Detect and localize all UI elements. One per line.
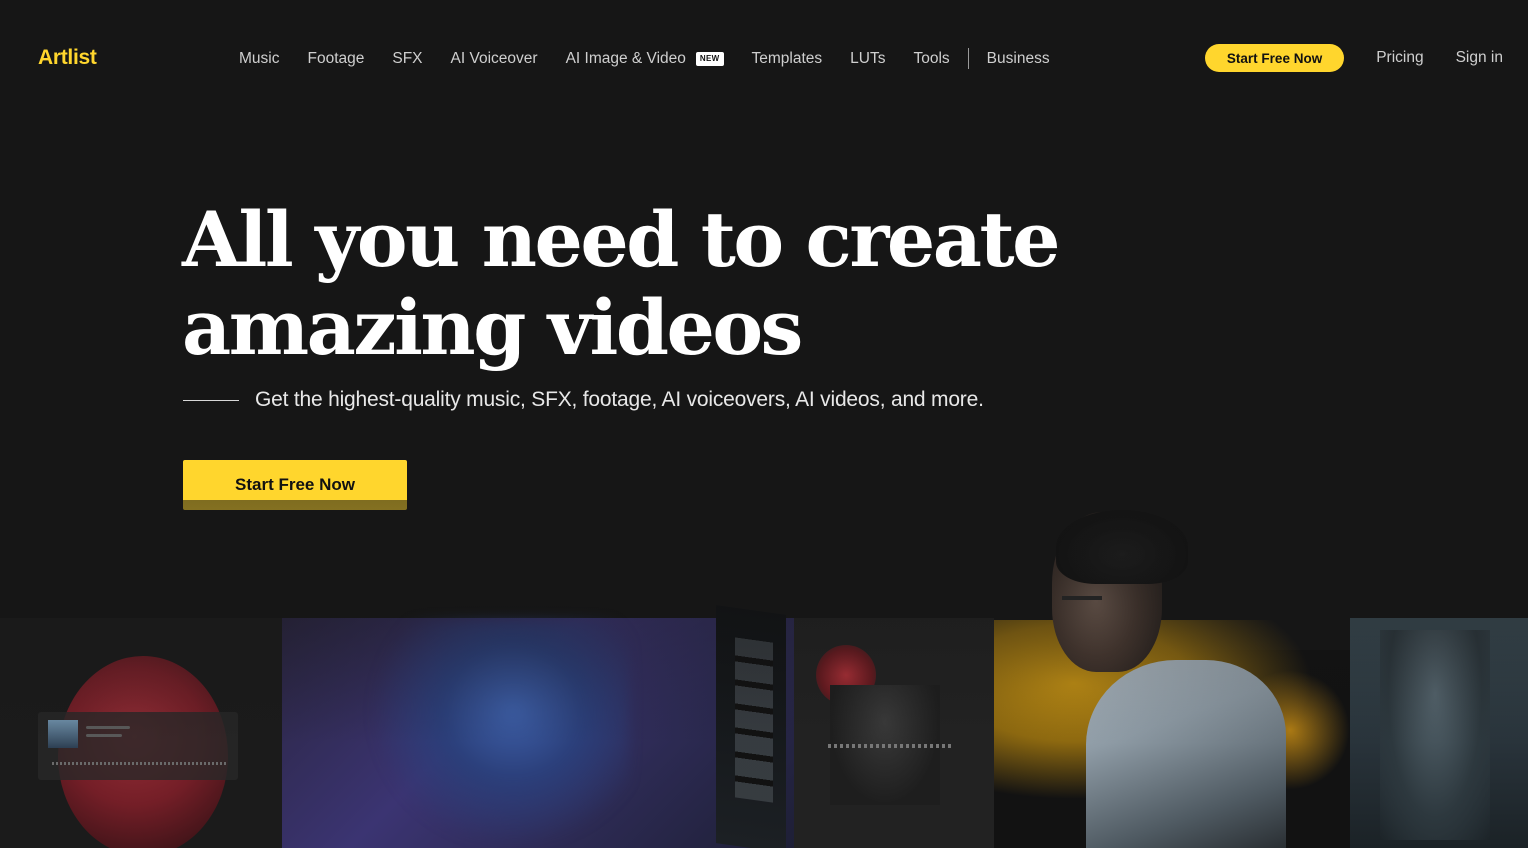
nav-pricing[interactable]: Pricing: [1376, 49, 1423, 67]
nav-sfx[interactable]: SFX: [392, 50, 422, 68]
nav-templates[interactable]: Templates: [752, 50, 823, 68]
nav-music[interactable]: Music: [239, 50, 279, 68]
hero-title: All you need to create amazing videos: [182, 196, 1082, 372]
statue-image: [1380, 630, 1490, 840]
music-track-card: [38, 712, 238, 780]
nav-divider: [967, 48, 969, 69]
nav-sign-in[interactable]: Sign in: [1456, 49, 1503, 67]
artlist-logo[interactable]: Artlist: [38, 46, 97, 70]
nav-footage[interactable]: Footage: [307, 50, 364, 68]
top-navigation: Artlist Music Footage SFX AI Voiceover A…: [0, 0, 1528, 116]
logo-text: Artlist: [38, 46, 97, 69]
new-badge: NEW: [695, 51, 724, 66]
nav-ai-image-video-label: AI Image & Video: [565, 49, 686, 67]
track-waveform: [52, 762, 228, 765]
blurred-dancer-image: [370, 620, 630, 848]
audio-waveform: [828, 744, 954, 748]
nav-tools[interactable]: Tools: [913, 50, 949, 68]
nav-ai-voiceover[interactable]: AI Voiceover: [451, 50, 538, 68]
hero-subtitle: Get the highest-quality music, SFX, foot…: [255, 388, 984, 411]
page: Artlist Music Footage SFX AI Voiceover A…: [0, 0, 1528, 848]
monitor-thumbnails: [735, 637, 773, 803]
nav-business[interactable]: Business: [987, 50, 1050, 68]
primary-nav: Music Footage SFX AI Voiceover AI Image …: [239, 48, 1078, 69]
man-glasses: [1062, 596, 1102, 600]
nav-ai-image-video[interactable]: AI Image & Video NEW: [566, 50, 724, 68]
man-shirt: [1086, 660, 1286, 848]
subtitle-dash-line: [183, 399, 239, 401]
nav-luts[interactable]: LUTs: [850, 50, 885, 68]
nav-actions: Start Free Now Pricing Sign in: [1204, 44, 1503, 72]
hero-subtitle-row: Get the highest-quality music, SFX, foot…: [183, 388, 984, 412]
hero-image-collage: [0, 500, 1528, 848]
track-thumbnail: [48, 720, 78, 748]
track-artist-placeholder: [86, 734, 122, 737]
start-free-now-nav-button[interactable]: Start Free Now: [1204, 44, 1345, 72]
track-title-placeholder: [86, 726, 130, 729]
man-hair: [1056, 510, 1188, 584]
hero-title-line-2: amazing videos: [182, 283, 803, 372]
hero-title-line-1: All you need to create: [182, 195, 1060, 284]
